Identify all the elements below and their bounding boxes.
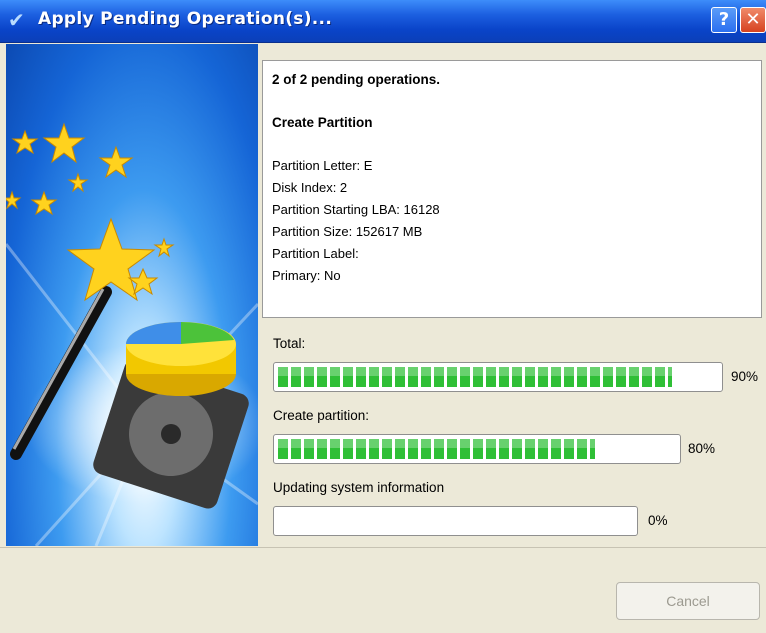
create-partition-progress-bar [273,434,681,464]
check-icon: ✔ [8,8,25,32]
operation-info-panel: 2 of 2 pending operations. Create Partit… [262,60,762,318]
create-partition-progress-fill [278,439,595,459]
total-progress-label: Total: [273,336,306,351]
pending-summary: 2 of 2 pending operations. [272,72,441,87]
title-bar[interactable]: ✔ Apply Pending Operation(s)... ? ✕ [0,0,766,43]
detail-starting-lba: Partition Starting LBA: 16128 [272,202,440,217]
footer-divider [0,547,766,548]
detail-partition-label: Partition Label: [272,246,359,261]
create-partition-progress-percent: 80% [688,441,716,456]
total-progress-fill [278,367,672,387]
update-system-progress-percent: 0% [648,513,668,528]
detail-partition-letter: Partition Letter: E [272,158,373,173]
create-partition-progress-label: Create partition: [273,408,370,423]
magic-wand-disk-icon [6,122,258,546]
detail-primary: Primary: No [272,268,341,283]
wizard-illustration [6,44,258,546]
detail-partition-size: Partition Size: 152617 MB [272,224,423,239]
help-button[interactable]: ? [711,7,737,33]
window-title: Apply Pending Operation(s)... [38,9,333,29]
operation-name: Create Partition [272,115,373,130]
total-progress-bar [273,362,723,392]
close-button[interactable]: ✕ [740,7,766,33]
update-system-progress-label: Updating system information [273,480,445,495]
cancel-button[interactable]: Cancel [616,582,760,620]
update-system-progress-bar [273,506,638,536]
detail-disk-index: Disk Index: 2 [272,180,348,195]
total-progress-percent: 90% [731,369,759,384]
